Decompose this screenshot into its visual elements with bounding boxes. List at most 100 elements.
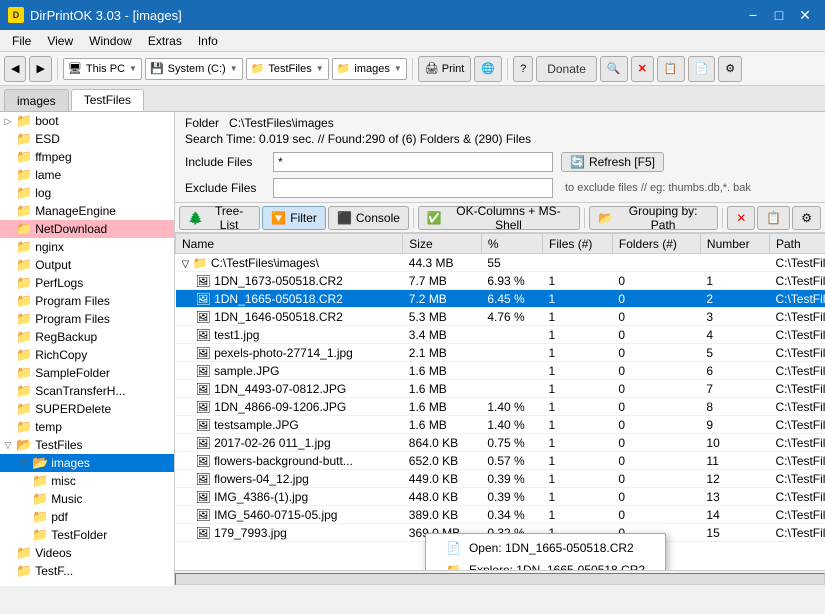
donate-button[interactable]: Donate	[536, 56, 597, 82]
tree-item-scantransfer[interactable]: 📁 ScanTransferH...	[0, 382, 174, 400]
table-row-selected[interactable]: 🖼 1DN_1665-050518.CR2 7.2 MB 6.45 % 1 0 …	[176, 290, 825, 308]
col-number[interactable]: Number	[700, 234, 769, 254]
filter-button[interactable]: 🔽 Filter	[262, 206, 326, 230]
table-row[interactable]: 🖼 1DN_1646-050518.CR2 5.3 MB 4.76 % 1 0 …	[176, 308, 825, 326]
console-button[interactable]: ⬛ Console	[328, 206, 409, 230]
menu-file[interactable]: File	[4, 32, 39, 50]
tree-item-superdelete[interactable]: 📁 SUPERDelete	[0, 400, 174, 418]
help-button[interactable]: ?	[513, 56, 533, 82]
table-row[interactable]: 🖼 flowers-background-butt... 652.0 KB 0.…	[176, 452, 825, 470]
row-path: C:\TestFile...	[769, 290, 825, 308]
tree-item-perflogs[interactable]: 📁 PerfLogs	[0, 274, 174, 292]
table-row[interactable]: 🖼 pexels-photo-27714_1.jpg 2.1 MB 1 0 5 …	[176, 344, 825, 362]
file-icon: 🖼	[196, 436, 211, 450]
exclude-files-input[interactable]	[273, 178, 553, 198]
tree-item-esd[interactable]: 📁 ESD	[0, 130, 174, 148]
cancel-button[interactable]: ✕	[631, 56, 654, 82]
col-files[interactable]: Files (#)	[543, 234, 613, 254]
include-files-input[interactable]	[273, 152, 553, 172]
col-folders[interactable]: Folders (#)	[612, 234, 700, 254]
tree-item-richcopy[interactable]: 📁 RichCopy	[0, 346, 174, 364]
tree-item-videos[interactable]: 📁 Videos	[0, 544, 174, 562]
tree-item-manageengine[interactable]: 📁 ManageEngine	[0, 202, 174, 220]
col-pct[interactable]: %	[481, 234, 542, 254]
print-button[interactable]: 🖨 Print	[418, 56, 472, 82]
maximize-button[interactable]: □	[767, 3, 791, 27]
table-row[interactable]: 🖼 1DN_1673-050518.CR2 7.7 MB 6.93 % 1 0 …	[176, 272, 825, 290]
table-row[interactable]: ▽ 📁 C:\TestFiles\images\ 44.3 MB 55 C:\T…	[176, 254, 825, 272]
tab-images[interactable]: images	[4, 89, 69, 111]
tree-item-music[interactable]: 📁 Music	[0, 490, 174, 508]
system-c-dropdown[interactable]: 💾 System (C:) ▼	[145, 58, 243, 80]
toolbar-extra-1[interactable]: 📋	[657, 56, 685, 82]
context-explore[interactable]: 📁 Explore: 1DN_1665-050518.CR2	[426, 559, 665, 570]
col-name[interactable]: Name	[176, 234, 403, 254]
tree-item-programfiles1[interactable]: 📁 Program Files	[0, 292, 174, 310]
tree-item-boot[interactable]: ▷ 📁 boot	[0, 112, 174, 130]
images-dropdown[interactable]: 📁 images ▼	[332, 58, 407, 80]
tree-item-output[interactable]: 📁 Output	[0, 256, 174, 274]
row-path: C:\TestFile... j	[769, 452, 825, 470]
folder-tree[interactable]: ▷ 📁 boot 📁 ESD 📁 ffmpeg 📁 lame 📁 log 📁	[0, 112, 175, 586]
toolbar-extra-2[interactable]: 📄	[688, 56, 716, 82]
tree-item-testfolder[interactable]: 📁 TestFolder	[0, 526, 174, 544]
table-row[interactable]: 🖼 2017-02-26 011_1.jpg 864.0 KB 0.75 % 1…	[176, 434, 825, 452]
table-row[interactable]: 🖼 1DN_4866-09-1206.JPG 1.6 MB 1.40 % 1 0…	[176, 398, 825, 416]
tree-item-nginx[interactable]: 📁 nginx	[0, 238, 174, 256]
tree-list-button[interactable]: 🌲 Tree-List	[179, 206, 260, 230]
minimize-button[interactable]: −	[741, 3, 765, 27]
search-button[interactable]: 🔍	[600, 56, 628, 82]
file-icon: 🖼	[196, 292, 211, 306]
table-row[interactable]: 🖼 1DN_4493-07-0812.JPG 1.6 MB 1 0 7 C:\T…	[176, 380, 825, 398]
col-size[interactable]: Size	[403, 234, 482, 254]
tab-testfiles[interactable]: TestFiles	[71, 89, 144, 111]
tree-item-temp[interactable]: 📁 temp	[0, 418, 174, 436]
file-icon: 🖼	[196, 508, 211, 522]
refresh-button[interactable]: 🔄 Refresh [F5]	[561, 152, 664, 172]
close-button[interactable]: ✕	[793, 3, 817, 27]
tree-item-netdownload[interactable]: 📁 NetDownload	[0, 220, 174, 238]
horizontal-scrollbar[interactable]	[175, 573, 825, 585]
testfiles-dropdown[interactable]: 📁 TestFiles ▼	[246, 58, 329, 80]
table-row[interactable]: 🖼 test1.jpg 3.4 MB 1 0 4 C:\TestFile...	[176, 326, 825, 344]
file-table-container[interactable]: Name Size % Files (#) Folders (#) Number…	[175, 233, 825, 570]
menu-info[interactable]: Info	[190, 32, 226, 50]
table-row[interactable]: 🖼 flowers-04_12.jpg 449.0 KB 0.39 % 1 0 …	[176, 470, 825, 488]
tree-item-log[interactable]: 📁 log	[0, 184, 174, 202]
copy-button[interactable]: 📋	[757, 206, 790, 230]
internet-button[interactable]: 🌐	[474, 56, 502, 82]
grouping-button[interactable]: 📂 Grouping by: Path	[589, 206, 718, 230]
menu-view[interactable]: View	[39, 32, 81, 50]
remove-button[interactable]: ✕	[727, 206, 755, 230]
file-icon: 🖼	[196, 382, 211, 396]
tree-item-regbackup[interactable]: 📁 RegBackup	[0, 328, 174, 346]
ok-columns-button[interactable]: ✅ OK-Columns + MS-Shell	[418, 206, 580, 230]
table-row[interactable]: 🖼 testsample.JPG 1.6 MB 1.40 % 1 0 9 C:\…	[176, 416, 825, 434]
toolbar-nav-back[interactable]: ◀	[4, 56, 26, 82]
tree-item-programfiles2[interactable]: 📁 Program Files	[0, 310, 174, 328]
globe-icon: 🌐	[481, 62, 495, 75]
tree-item-testf[interactable]: 📁 TestF...	[0, 562, 174, 580]
tree-item-pdf[interactable]: 📁 pdf	[0, 508, 174, 526]
settings-button[interactable]: ⚙	[792, 206, 821, 230]
tree-item-lame[interactable]: 📁 lame	[0, 166, 174, 184]
row-name: 🖼 1DN_1646-050518.CR2	[176, 308, 403, 326]
tree-item-ffmpeg[interactable]: 📁 ffmpeg	[0, 148, 174, 166]
tree-item-misc[interactable]: 📁 misc	[0, 472, 174, 490]
table-row[interactable]: 🖼 IMG_5460-0715-05.jpg 389.0 KB 0.34 % 1…	[176, 506, 825, 524]
grouping-icon: 📂	[598, 211, 613, 225]
row-pct: 6.45 %	[481, 290, 542, 308]
tree-item-testfiles[interactable]: ▽ 📂 TestFiles	[0, 436, 174, 454]
context-open[interactable]: 📄 Open: 1DN_1665-050518.CR2	[426, 537, 665, 559]
col-path[interactable]: Path	[769, 234, 825, 254]
menu-extras[interactable]: Extras	[140, 32, 190, 50]
menu-window[interactable]: Window	[81, 32, 140, 50]
folder-icon: 📁	[16, 563, 32, 579]
toolbar-nav-forward[interactable]: ▶	[29, 56, 51, 82]
tree-item-samplefolder[interactable]: 📁 SampleFolder	[0, 364, 174, 382]
toolbar-settings[interactable]: ⚙	[718, 56, 742, 82]
tree-item-images[interactable]: ▽ 📂 images	[0, 454, 174, 472]
this-pc-dropdown[interactable]: 🖥 This PC ▼	[63, 58, 142, 80]
table-row[interactable]: 🖼 IMG_4386-(1).jpg 448.0 KB 0.39 % 1 0 1…	[176, 488, 825, 506]
table-row[interactable]: 🖼 sample.JPG 1.6 MB 1 0 6 C:\TestFile...…	[176, 362, 825, 380]
